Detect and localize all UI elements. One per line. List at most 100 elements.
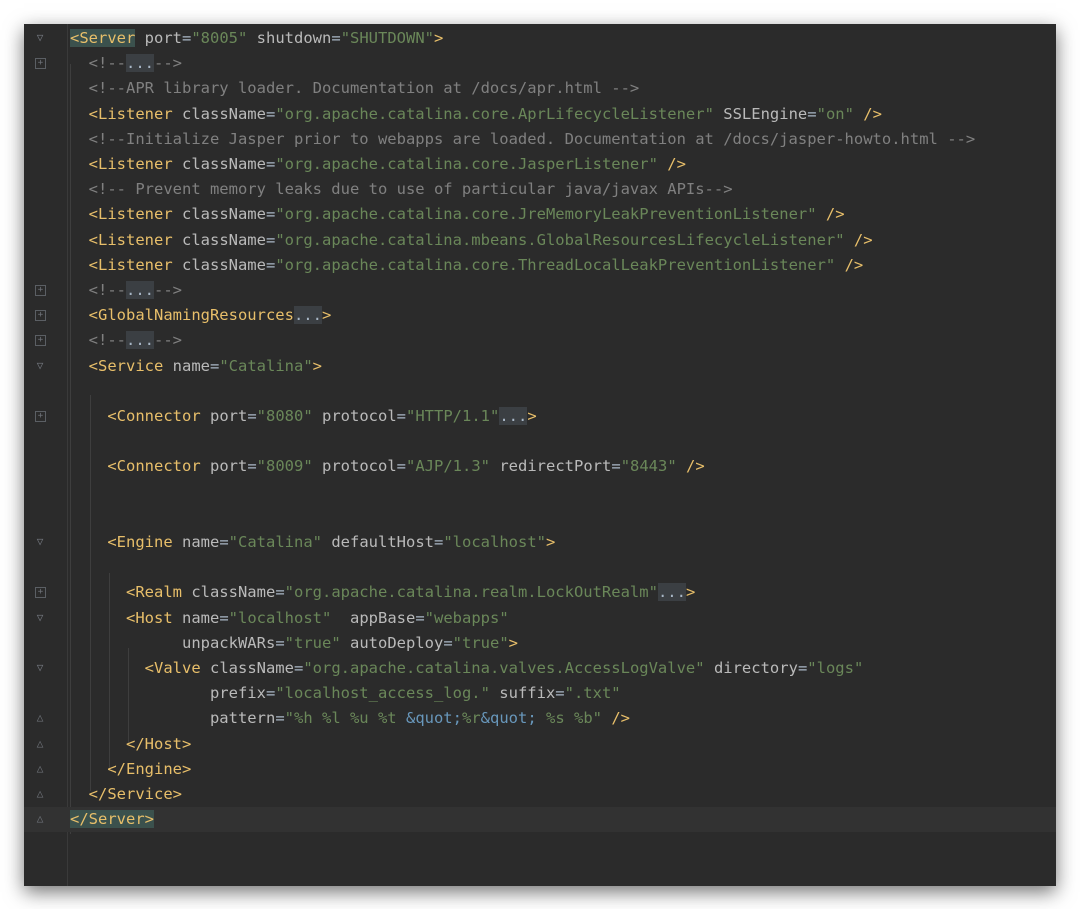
- attribute-name: unpackWARs: [70, 633, 276, 652]
- attribute-name: name: [172, 608, 220, 627]
- code-line[interactable]: <!--APR library loader. Documentation at…: [24, 76, 1056, 101]
- code-line[interactable]: + <!--...-->: [24, 328, 1056, 353]
- attribute-name: autoDeploy: [340, 633, 444, 652]
- xml-tag: <Listener: [70, 155, 173, 173]
- code-line[interactable]: <Listener className="org.apache.catalina…: [24, 228, 1056, 253]
- fold-end-icon[interactable]: △: [34, 737, 46, 750]
- folded-region[interactable]: ...: [126, 281, 154, 299]
- fold-collapse-icon[interactable]: ▽: [34, 662, 46, 674]
- code-line-text: <Listener className="org.apache.catalina…: [70, 152, 686, 177]
- attribute-value: "8080": [256, 407, 313, 425]
- attribute-name: protocol: [312, 407, 397, 425]
- equals-sign: =: [265, 255, 276, 274]
- code-line[interactable]: [24, 379, 1056, 404]
- xml-tag: <Valve: [70, 659, 201, 677]
- code-line[interactable]: ▽ <Host name="localhost" appBase="webapp…: [24, 606, 1056, 631]
- equals-sign: =: [396, 457, 407, 476]
- comment-text: <!--APR library loader. Documentation at…: [70, 79, 640, 98]
- attribute-value: "AJP/1.3": [406, 457, 491, 476]
- fold-expand-icon[interactable]: +: [35, 411, 46, 422]
- code-line[interactable]: <Listener className = "org.apache.catalina…: [24, 102, 1056, 127]
- code-line[interactable]: + <!--...-->: [24, 51, 1056, 76]
- attribute-value: "%h %l %u %t: [284, 709, 406, 728]
- code-editor[interactable]: ▽ <Server port="8005" shutdown="SHUTDOWN"…: [24, 24, 1056, 886]
- fold-end-icon[interactable]: △: [34, 712, 46, 724]
- fold-expand-icon[interactable]: +: [35, 310, 46, 322]
- code-line[interactable]: [24, 555, 1056, 580]
- code-line[interactable]: ▽ <Service name="Catalina">: [24, 354, 1056, 379]
- xml-tag: <Listener: [70, 205, 173, 224]
- code-line[interactable]: <Listener className="org.apache.catalina…: [24, 253, 1056, 278]
- attribute-name: pattern: [70, 709, 276, 728]
- fold-end-icon[interactable]: △: [34, 762, 46, 775]
- xml-tag: >: [685, 583, 696, 602]
- code-line[interactable]: ▽ <Valve className="org.apache.catalina.…: [24, 656, 1056, 681]
- code-line[interactable]: ▽ <Engine name="Catalina" defaultHost="l…: [24, 530, 1056, 555]
- code-line-text: <!--APR library loader. Documentation at…: [70, 76, 640, 101]
- fold-expand-icon[interactable]: +: [35, 285, 46, 296]
- code-line[interactable]: [24, 505, 1056, 530]
- attribute-name: prefix: [70, 684, 266, 703]
- attribute-value: "HTTP/1.1": [406, 407, 500, 425]
- fold-collapse-icon[interactable]: ▽: [34, 536, 46, 548]
- fold-expand-icon[interactable]: +: [35, 58, 46, 70]
- folded-region[interactable]: ...: [293, 306, 322, 325]
- attribute-value: "org.apache.catalina.core.AprLifecycleLi…: [275, 104, 714, 123]
- code-line[interactable]: △ </Server>: [24, 807, 1056, 833]
- code-line[interactable]: <Connector port="8009" protocol="AJP/1.3…: [24, 454, 1056, 479]
- xml-tag: />: [601, 709, 630, 728]
- code-line[interactable]: △ </Engine>: [24, 757, 1056, 782]
- equals-sign: =: [265, 684, 276, 703]
- code-line[interactable]: <!--Initialize Jasper prior to webapps a…: [24, 127, 1056, 152]
- code-line[interactable]: △ </Host>: [24, 732, 1056, 757]
- fold-expand-icon[interactable]: +: [35, 587, 46, 599]
- code-line[interactable]: <Listener className="org.apache.catalina…: [24, 152, 1056, 177]
- code-line[interactable]: prefix="localhost_access_log." suffix=".…: [24, 681, 1056, 706]
- attribute-name: className: [172, 104, 266, 123]
- attribute-name: protocol: [312, 457, 397, 476]
- code-line[interactable]: △ </Service>: [24, 782, 1056, 807]
- equals-sign: =: [443, 633, 453, 652]
- fold-end-icon[interactable]: △: [34, 813, 46, 825]
- attribute-name: className: [200, 659, 294, 677]
- code-line[interactable]: + <!--...-->: [24, 278, 1056, 303]
- attribute-value: "org.apache.catalina.valves.AccessLogVal…: [303, 659, 705, 677]
- code-line[interactable]: △ pattern="%h %l %u %t &quot;%r&quot; %s…: [24, 706, 1056, 731]
- fold-end-icon[interactable]: △: [34, 788, 46, 800]
- equals-sign: =: [219, 608, 229, 627]
- fold-collapse-icon[interactable]: ▽: [34, 611, 46, 624]
- code-line-text: prefix="localhost_access_log." suffix=".…: [70, 681, 621, 706]
- equals-sign: =: [396, 407, 407, 425]
- equals-sign: =: [275, 583, 285, 602]
- attribute-value: "true": [284, 633, 341, 652]
- attribute-value: "org.apache.catalina.core.ThreadLocalLea…: [275, 255, 836, 274]
- code-line[interactable]: ▽ <Server port="8005" shutdown="SHUTDOWN"…: [24, 26, 1056, 51]
- xml-tag: <Connector: [70, 457, 201, 476]
- code-line-text: <Listener className="org.apache.catalina…: [70, 253, 864, 278]
- folded-region[interactable]: ...: [657, 583, 686, 602]
- attribute-value: "on": [816, 104, 854, 123]
- xml-tag: <Listener: [70, 104, 173, 123]
- xml-tag: >: [434, 29, 444, 47]
- code-line[interactable]: + <Realm className="org.apache.catalina.…: [24, 580, 1056, 605]
- xml-tag: <Connector: [70, 407, 201, 425]
- equals-sign: =: [807, 104, 817, 123]
- code-line[interactable]: [24, 429, 1056, 454]
- attribute-value: "Catalina": [228, 533, 322, 551]
- code-line[interactable]: <!-- Prevent memory leaks due to use of …: [24, 177, 1056, 202]
- attribute-value: "8005": [191, 29, 248, 47]
- fold-expand-icon[interactable]: +: [35, 335, 46, 347]
- code-line[interactable]: <Listener className="org.apache.catalina…: [24, 202, 1056, 227]
- folded-region[interactable]: ...: [126, 54, 154, 73]
- attribute-value: "8009": [256, 457, 313, 476]
- fold-collapse-icon[interactable]: ▽: [34, 32, 46, 44]
- code-line[interactable]: [24, 480, 1056, 505]
- code-line[interactable]: + <GlobalNamingResources...>: [24, 303, 1056, 328]
- fold-collapse-icon[interactable]: ▽: [34, 359, 46, 372]
- code-line[interactable]: unpackWARs="true" autoDeploy="true">: [24, 631, 1056, 656]
- folded-region[interactable]: ...: [126, 331, 154, 350]
- equals-sign: =: [415, 608, 425, 627]
- folded-region[interactable]: ...: [499, 407, 528, 425]
- code-line[interactable]: + <Connector port="8080" protocol="HTTP/…: [24, 404, 1056, 429]
- attribute-name: className: [172, 205, 266, 224]
